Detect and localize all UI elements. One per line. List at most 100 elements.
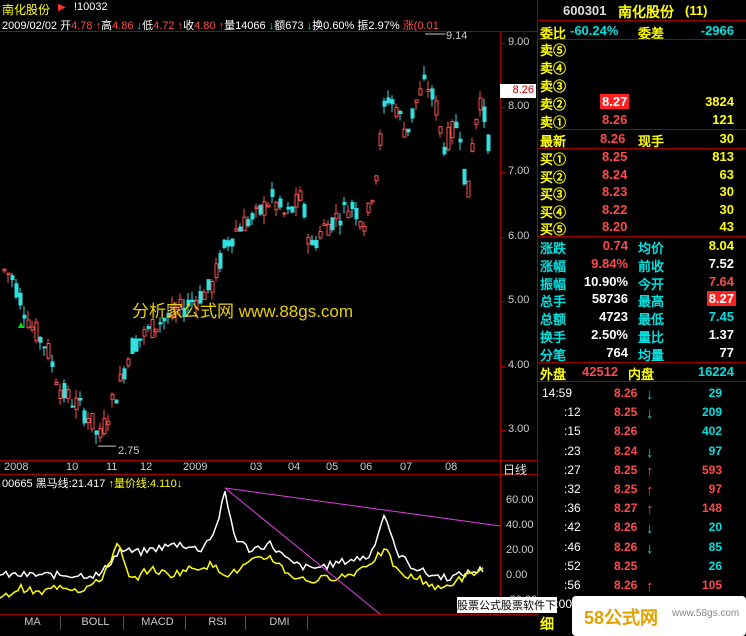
candle-body <box>142 329 147 337</box>
candle-body <box>58 389 63 400</box>
tab-dmi[interactable]: DMI <box>252 616 308 630</box>
trade-arrow: ↓ <box>646 386 654 403</box>
tab-boll[interactable]: BOLL <box>68 616 124 630</box>
trade-row: :12 8.25 ↓ 209 <box>540 405 740 424</box>
trade-row: 14:59 8.26 ↓ 29 <box>540 386 740 405</box>
date-tick: 04 <box>288 461 301 473</box>
trade-time: :52 <box>564 558 581 573</box>
dropdown-icon[interactable]: ▶ <box>58 2 66 13</box>
candle-body <box>94 430 99 435</box>
candle-body <box>106 420 111 425</box>
candle-body <box>130 338 135 354</box>
candle-body <box>338 220 343 226</box>
candle-body <box>394 107 399 117</box>
stat-value: 77 <box>719 344 734 360</box>
site-logo[interactable]: 58公式网 www.58gs.com <box>572 596 746 636</box>
buy-label: 买① <box>540 152 567 167</box>
candle-body <box>354 208 359 220</box>
stat-value: 9.84% <box>591 255 628 271</box>
kline-chart[interactable] <box>0 31 500 460</box>
tick-mark <box>500 301 505 302</box>
date-tick: 06 <box>360 461 373 473</box>
stat-value: 7.52 <box>708 255 734 271</box>
stat-label: 总额 <box>540 312 567 328</box>
trade-time: :56 <box>564 578 581 592</box>
trade-arrow: ↑ <box>646 482 654 499</box>
trade-price: 8.25 <box>614 482 638 496</box>
tick-mark <box>500 430 505 431</box>
candle-body <box>42 346 47 349</box>
candle-body <box>218 253 223 269</box>
trade-price: 8.25 <box>614 405 638 420</box>
stat-label: 前收 <box>638 258 665 274</box>
sell-label: 卖⑤ <box>540 43 567 58</box>
candle-body <box>138 338 143 341</box>
tick-mark <box>500 43 505 44</box>
candle-body <box>322 223 327 227</box>
indicator-tick: 0.00 <box>506 569 528 581</box>
stat-value: 4723 <box>599 309 628 325</box>
stat-value: 764 <box>606 344 628 360</box>
date-tick: 07 <box>400 461 413 473</box>
stat-value: 58736 <box>591 291 628 307</box>
sell-row-2: 卖② 8.27 3824 <box>540 94 740 112</box>
candle-body <box>358 221 363 228</box>
indicator-chart[interactable] <box>0 474 500 614</box>
candle-body <box>446 126 451 150</box>
tick-mark <box>500 366 505 367</box>
high-label: 9.14 <box>446 30 468 42</box>
trade-volume: 105 <box>701 578 722 592</box>
candle-body <box>22 314 27 319</box>
candle-body <box>90 413 95 430</box>
candle-body <box>418 88 423 96</box>
trade-volume: 402 <box>701 424 722 439</box>
trade-price: 8.25 <box>614 462 638 477</box>
candle-body <box>278 198 283 208</box>
candle-body <box>78 398 83 401</box>
trade-price: 8.26 <box>614 578 638 592</box>
tab-ma[interactable]: MA <box>5 616 61 630</box>
trade-row: :46 8.26 ↓ 85 <box>540 540 740 559</box>
tab-rsi[interactable]: RSI <box>190 616 246 630</box>
candle-body <box>410 108 415 119</box>
candle-body <box>430 88 435 100</box>
candle-body <box>210 281 215 293</box>
candle-body <box>114 399 119 404</box>
candle-body <box>70 405 75 408</box>
candle-body <box>274 201 279 210</box>
trade-arrow: ↓ <box>646 405 654 423</box>
price-tick: 7.00 <box>508 165 530 177</box>
candle-body <box>230 238 235 247</box>
candle-body <box>246 219 251 227</box>
candle-body <box>270 189 275 197</box>
period-label[interactable]: 日线 <box>503 461 527 478</box>
low-label: 2.75 <box>118 445 140 457</box>
stat-label: 换手 <box>540 330 567 345</box>
buy-price: 8.23 <box>602 184 628 199</box>
candle-body <box>286 206 291 210</box>
tab-macd[interactable]: MACD <box>130 616 186 630</box>
trade-row: :15 8.26 402 <box>540 424 740 443</box>
price-tick: 4.00 <box>508 359 530 371</box>
stock-code: !10032 <box>74 1 108 13</box>
buy-volume: 30 <box>719 201 734 217</box>
candle-body <box>134 338 139 352</box>
candle-body <box>298 190 303 201</box>
candle-body <box>30 326 35 331</box>
trade-volume: 20 <box>708 520 722 535</box>
candle-body <box>102 418 107 435</box>
buy-label: 买② <box>540 169 567 185</box>
buy-row-5: 买⑤ 8.20 43 <box>540 219 740 237</box>
candle-body <box>390 99 395 105</box>
candle-body <box>370 200 375 203</box>
buy-volume: 813 <box>712 149 734 164</box>
indicator-tick: 40.00 <box>506 519 534 531</box>
sell-volume: 3824 <box>705 94 734 109</box>
ad-banner[interactable]: 股票公式股票软件下载 <box>457 597 557 613</box>
candle-body <box>306 236 311 245</box>
trade-volume: 29 <box>708 386 722 400</box>
price-tick: 8.00 <box>508 100 530 112</box>
candle-body <box>6 272 11 276</box>
stat-value: 0.74 <box>602 238 628 253</box>
candle-body <box>54 381 59 385</box>
